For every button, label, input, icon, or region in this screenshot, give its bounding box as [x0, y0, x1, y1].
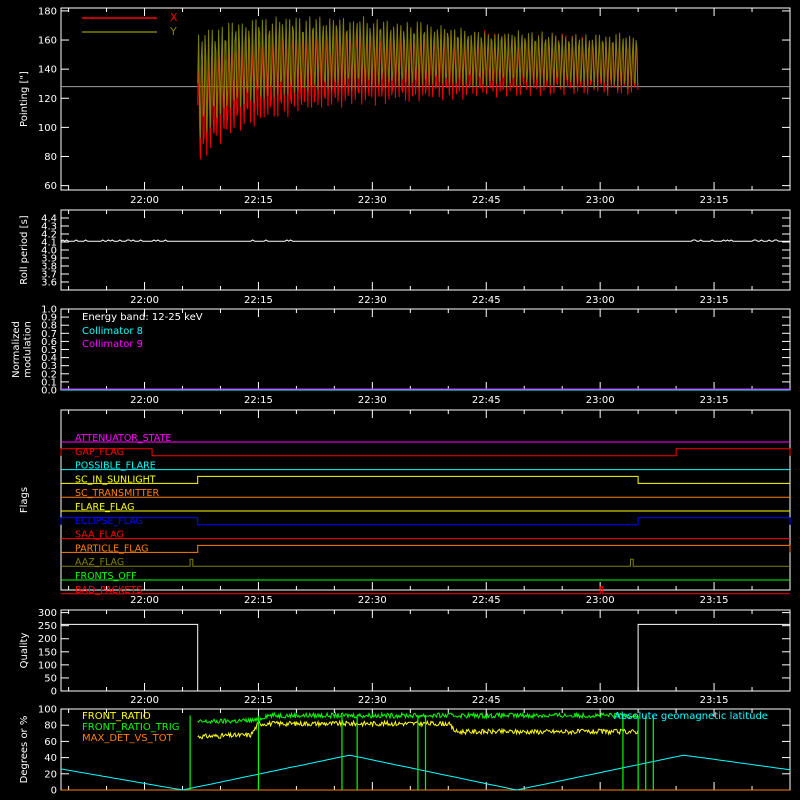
x-tick-label: 22:30	[358, 395, 387, 406]
y-tick-label: 140	[38, 65, 57, 76]
legend-label-front-ratio-trig: FRONT_RATIO_TRIG	[82, 722, 179, 733]
y-tick-label: 150	[38, 647, 57, 658]
y-tick-label: 250	[38, 621, 57, 632]
y-axis-label: Roll period [s]	[19, 215, 30, 284]
x-tick-label: 22:15	[244, 295, 273, 306]
x-tick-label: 23:00	[586, 595, 615, 606]
flag-fronts-off-label: FRONTS_OFF	[75, 571, 137, 582]
y-axis-label: Degrees or %	[19, 716, 30, 784]
panel-roll-period: 22:00 22:15 22:30 22:45 23:00 23:153.63.73.83…	[19, 209, 791, 306]
panel-quality: 22:00 22:15 22:30 22:45 23:00 23:15 0 50 100 150 2…	[19, 608, 791, 706]
x-tick-label: 23:00	[586, 695, 615, 706]
y-axis-label: Normalizedmodulation	[11, 321, 34, 378]
quality-line	[61, 623, 790, 692]
x-tick-label: 22:30	[358, 295, 387, 306]
x-tick-label: 22:00	[130, 295, 159, 306]
flag-bad-packets-label: BAD_PACKETS	[75, 585, 142, 596]
y-axis-label: Pointing ["]	[19, 71, 30, 127]
x-tick-label: 22:45	[472, 595, 501, 606]
energy-band-annotation: Energy band: 12-25 keV	[82, 312, 203, 323]
flag-gap-flag-line	[60, 448, 791, 457]
legend-label-absolute-geomagnetic-latitude: Absolute geomagnetic latitude	[614, 711, 768, 722]
panel-modulation: 22:00 22:15 22:30 22:45 23:00 23:150.00.10.20…	[11, 305, 791, 406]
rhessi-summary-figure: 22:00 22:15 22:30 22:45 23:00 23:15 60 80 100 120…	[11, 6, 791, 797]
x-tick-label: 22:30	[358, 695, 387, 706]
panel-degrees: 0 20 40 60 80 100 Degrees or % FRONT_RATIOFRONT…	[19, 705, 791, 797]
flag-possible-flare-label: POSSIBLE_FLARE	[75, 461, 156, 472]
legend-label-max-det-vs-tot: MAX_DET_VS_TOT	[82, 733, 174, 744]
x-tick-label: 22:30	[358, 195, 387, 206]
y-tick-label: 160	[38, 36, 57, 47]
x-tick-label: 23:15	[700, 295, 729, 306]
x-tick-label: 22:00	[130, 395, 159, 406]
y-tick-label: 1.0	[41, 305, 57, 316]
legend-label-front-ratio: FRONT_RATIO	[82, 711, 151, 722]
plot-frame	[60, 209, 791, 291]
y-tick-label: 0	[51, 786, 57, 797]
x-tick-label: 23:15	[700, 595, 729, 606]
x-tick-label: 22:45	[472, 295, 501, 306]
x-tick-label: 22:15	[244, 595, 273, 606]
flag-sc-in-sunlight-label: SC_IN_SUNLIGHT	[75, 474, 156, 485]
panel-pointing: 22:00 22:15 22:30 22:45 23:00 23:15 60 80 100 120…	[19, 6, 791, 206]
y-tick-label: 200	[38, 634, 57, 645]
flag-gap-flag-label: GAP_FLAG	[75, 447, 124, 458]
x-tick-label: 22:15	[244, 195, 273, 206]
y-tick-label: 100	[38, 705, 57, 716]
flag-flare-flag-label: FLARE_FLAG	[75, 502, 135, 513]
plot-frame	[60, 609, 791, 692]
y-tick-label: 20	[44, 769, 57, 780]
flag-saa-flag-label: SAA_FLAG	[75, 530, 124, 541]
y-tick-label: 60	[44, 181, 57, 192]
x-tick-label: 23:15	[700, 695, 729, 706]
y-tick-label: 0	[51, 687, 57, 698]
x-tick-label: 23:00	[586, 295, 615, 306]
y-tick-label: 180	[38, 6, 57, 17]
x-tick-label: 22:45	[472, 695, 501, 706]
x-tick-label: 23:15	[700, 195, 729, 206]
y-tick-label: 80	[44, 721, 57, 732]
x-tick-label: 22:00	[130, 695, 159, 706]
x-tick-label: 23:15	[700, 395, 729, 406]
x-tick-label: 22:00	[130, 195, 159, 206]
legend-label-x: X	[170, 11, 178, 24]
x-tick-label: 22:45	[472, 195, 501, 206]
x-tick-label: 22:15	[244, 695, 273, 706]
y-tick-label: 80	[44, 152, 57, 163]
y-tick-label: 100	[38, 123, 57, 134]
flag-particle-flag-label: PARTICLE_FLAG	[75, 543, 148, 554]
y-tick-label: 4.4	[41, 214, 57, 225]
legend-label-collimator-9: Collimator 9	[82, 339, 143, 350]
y-axis-label: Flags	[19, 487, 30, 513]
x-tick-label: 22:00	[130, 595, 159, 606]
y-tick-label: 100	[38, 660, 57, 671]
y-tick-label: 300	[38, 608, 57, 619]
flag-eclipse-flag-line	[60, 517, 791, 526]
flag-eclipse-flag-label: ECLIPSE_FLAG	[75, 516, 143, 527]
x-tick-label: 23:00	[586, 395, 615, 406]
flag-attenuator-state-label: ATTENUATOR_STATE	[75, 433, 171, 444]
legend-label-collimator-8: Collimator 8	[82, 326, 143, 337]
y-tick-label: 40	[44, 753, 57, 764]
flag-aaz-flag-line	[61, 558, 790, 567]
y-tick-label: 50	[44, 673, 57, 684]
roll-period-line	[60, 239, 790, 242]
flag-sc-in-sunlight-line	[61, 475, 790, 484]
y-axis-label: Quality	[19, 633, 30, 669]
y-tick-label: 60	[44, 737, 57, 748]
legend-label-y: Y	[169, 25, 177, 38]
x-tick-label: 22:15	[244, 395, 273, 406]
flag-particle-flag-line	[61, 544, 791, 553]
flag-sc-transmitter-label: SC_TRANSMITTER	[75, 488, 160, 499]
x-tick-label: 22:30	[358, 595, 387, 606]
x-tick-label: 22:45	[472, 395, 501, 406]
y-tick-label: 120	[38, 94, 57, 105]
x-tick-label: 23:00	[586, 195, 615, 206]
flag-aaz-flag-label: AAZ_FLAG	[75, 557, 124, 568]
panel-flags: 22:00 22:15 22:30 22:45 23:00 23:15 Flags ATTEN…	[19, 409, 791, 606]
